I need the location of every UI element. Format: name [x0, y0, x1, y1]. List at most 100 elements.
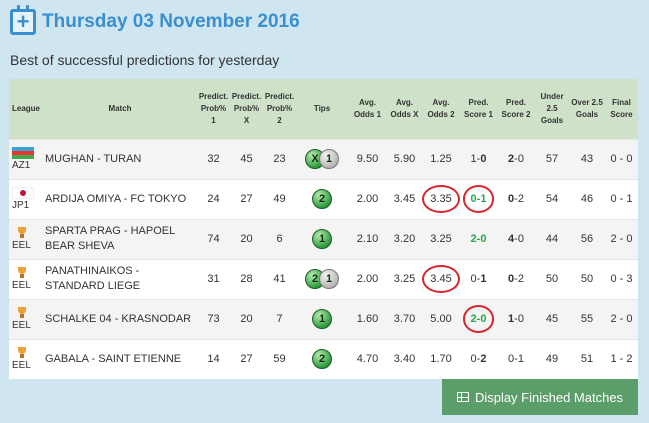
prob-1: 74: [197, 218, 230, 259]
under-25: 54: [535, 178, 569, 219]
tips-cell: 21: [296, 258, 348, 299]
pred-score-1: 2-0: [460, 218, 497, 259]
col-final-score[interactable]: Final Score: [605, 79, 638, 139]
col-odds-1[interactable]: Avg. Odds 1: [348, 79, 387, 139]
match-name[interactable]: PANATHINAIKOS - STANDARD LIEGE: [43, 258, 197, 299]
prob-1: 14: [197, 338, 230, 379]
pred-score-2: 0-1: [497, 338, 535, 379]
odds-2: 5.00: [422, 298, 460, 339]
table-row[interactable]: JP1 ARDIJA OMIYA - FC TOKYO 24 27 49 2 2…: [9, 178, 638, 219]
predictions-table: League Match Predict. Prob% 1 Predict. Prob…: [9, 79, 638, 379]
league-cell: EEL: [9, 258, 43, 299]
prob-x: 27: [230, 178, 263, 219]
odds-1: 2.10: [348, 218, 387, 259]
prob-2: 59: [263, 338, 296, 379]
over-25: 51: [569, 338, 605, 379]
match-name[interactable]: SPARTA PRAG - HAPOEL BEAR SHEVA: [43, 218, 197, 259]
final-score: 0 - 3: [605, 258, 638, 299]
predictions-table-panel: League Match Predict. Prob% 1 Predict. Prob…: [9, 79, 638, 379]
button-label: Display Finished Matches: [474, 389, 624, 405]
calendar-plus-icon[interactable]: +: [10, 5, 36, 35]
tip-ball-icon: 2: [312, 189, 332, 209]
prob-1: 31: [197, 258, 230, 299]
highlight-circle: 2-0: [462, 305, 495, 333]
prob-x: 20: [230, 298, 263, 339]
col-prob-1[interactable]: Predict. Prob% 1: [197, 79, 230, 139]
over-25: 55: [569, 298, 605, 339]
trophy-icon: [17, 307, 27, 319]
over-25: 50: [569, 258, 605, 299]
final-score: 1 - 2: [605, 338, 638, 379]
prob-1: 24: [197, 178, 230, 219]
japan-flag-icon: [12, 187, 34, 199]
prob-x: 20: [230, 218, 263, 259]
col-league[interactable]: League: [9, 79, 43, 139]
prob-1: 73: [197, 298, 230, 339]
odds-1: 9.50: [348, 138, 387, 179]
pred-score-2: 0-2: [497, 178, 535, 219]
odds-2: 3.35: [422, 178, 460, 219]
tips-cell: 1: [296, 298, 348, 339]
tips-cell: 1: [296, 218, 348, 259]
tip-ball-icon: 1: [319, 269, 339, 289]
under-25: 45: [535, 298, 569, 339]
table-row[interactable]: EEL SPARTA PRAG - HAPOEL BEAR SHEVA 74 2…: [9, 218, 638, 259]
pred-score-2: 1-0: [497, 298, 535, 339]
under-25: 50: [535, 258, 569, 299]
col-prob-2[interactable]: Predict. Prob% 2: [263, 79, 296, 139]
tips-cell: 2: [296, 338, 348, 379]
page-subtitle: Best of successful predictions for yeste…: [10, 52, 280, 68]
match-name[interactable]: MUGHAN - TURAN: [43, 138, 197, 179]
prob-x: 28: [230, 258, 263, 299]
prob-2: 6: [263, 218, 296, 259]
col-over-25[interactable]: Over 2.5 Goals: [569, 79, 605, 139]
prob-2: 23: [263, 138, 296, 179]
under-25: 44: [535, 218, 569, 259]
col-match[interactable]: Match: [43, 79, 197, 139]
tip-ball-icon: 1: [319, 149, 339, 169]
match-name[interactable]: ARDIJA OMIYA - FC TOKYO: [43, 178, 197, 219]
pred-score-1: 0-2: [460, 338, 497, 379]
prob-2: 7: [263, 298, 296, 339]
odds-x: 3.45: [387, 178, 422, 219]
prob-1: 32: [197, 138, 230, 179]
tip-ball-icon: 1: [312, 229, 332, 249]
final-score: 0 - 1: [605, 178, 638, 219]
odds-x: 3.20: [387, 218, 422, 259]
final-score: 2 - 0: [605, 218, 638, 259]
table-row[interactable]: EEL SCHALKE 04 - KRASNODAR 73 20 7 1 1.6…: [9, 298, 638, 339]
table-row[interactable]: EEL PANATHINAIKOS - STANDARD LIEGE 31 28…: [9, 258, 638, 299]
match-name[interactable]: SCHALKE 04 - KRASNODAR: [43, 298, 197, 339]
highlight-circle: 0-1: [462, 185, 495, 213]
league-cell: EEL: [9, 218, 43, 259]
odds-2: 3.25: [422, 218, 460, 259]
match-name[interactable]: GABALA - SAINT ETIENNE: [43, 338, 197, 379]
odds-1: 2.00: [348, 258, 387, 299]
highlight-circle: 3.35: [422, 185, 460, 213]
odds-2: 3.45: [422, 258, 460, 299]
pred-score-1: 2-0: [460, 298, 497, 339]
odds-1: 2.00: [348, 178, 387, 219]
odds-2: 1.70: [422, 338, 460, 379]
col-pred-score-2[interactable]: Pred. Score 2: [497, 79, 535, 139]
col-tips[interactable]: Tips: [296, 79, 348, 139]
col-odds-2[interactable]: Avg. Odds 2: [422, 79, 460, 139]
trophy-icon: [17, 267, 27, 279]
odds-x: 3.25: [387, 258, 422, 299]
table-row[interactable]: AZ1 MUGHAN - TURAN 32 45 23 X1 9.50 5.90…: [9, 138, 638, 179]
table-row[interactable]: EEL GABALA - SAINT ETIENNE 14 27 59 2 4.…: [9, 338, 638, 379]
col-pred-score-1[interactable]: Pred. Score 1: [460, 79, 497, 139]
over-25: 43: [569, 138, 605, 179]
prob-x: 27: [230, 338, 263, 379]
final-score: 0 - 0: [605, 138, 638, 179]
tips-cell: X1: [296, 138, 348, 179]
league-cell: EEL: [9, 338, 43, 379]
col-under-25[interactable]: Under 2.5 Goals: [535, 79, 569, 139]
odds-x: 3.40: [387, 338, 422, 379]
over-25: 46: [569, 178, 605, 219]
col-odds-x[interactable]: Avg. Odds X: [387, 79, 422, 139]
league-cell: AZ1: [9, 138, 43, 179]
display-finished-matches-button[interactable]: Display Finished Matches: [442, 379, 638, 415]
col-prob-x[interactable]: Predict. Prob% X: [230, 79, 263, 139]
over-25: 56: [569, 218, 605, 259]
